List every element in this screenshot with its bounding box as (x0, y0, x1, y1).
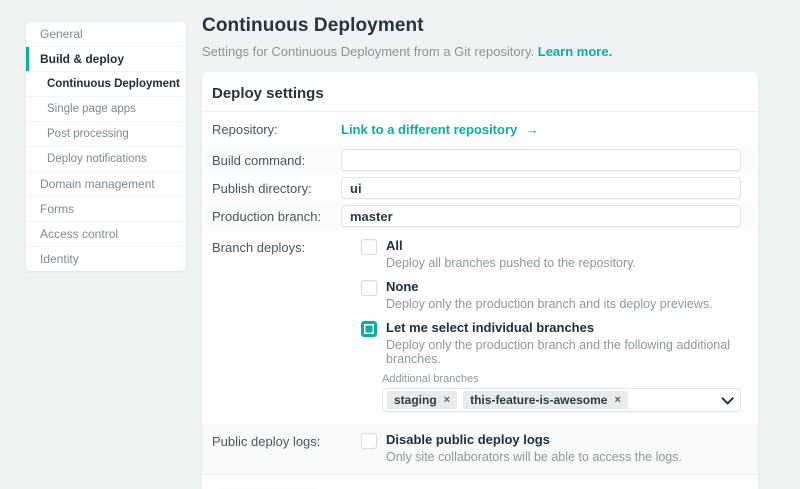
sidebar-item-continuous-deployment[interactable]: Continuous Deployment (26, 72, 186, 97)
deploy-settings-card: Deploy settings Repository: Link to a di… (202, 72, 758, 489)
disable-public-deploy-logs-description: Only site collaborators will be able to … (386, 450, 682, 464)
public-deploy-logs-label: Public deploy logs: (212, 432, 341, 449)
branch-deploys-none-title[interactable]: None (386, 279, 713, 294)
sidebar-item-post-processing[interactable]: Post processing (26, 122, 186, 147)
production-branch-label: Production branch: (212, 209, 341, 224)
arrow-right-icon: → (526, 122, 539, 137)
publish-directory-input[interactable] (341, 177, 741, 199)
card-header: Deploy settings (202, 72, 758, 111)
branch-deploys-option-individual: Let me select individual branches Deploy… (361, 320, 742, 366)
branch-deploys-row: Branch deploys: All Deploy all branches … (202, 230, 758, 424)
learn-more-link[interactable]: Learn more. (538, 44, 612, 59)
production-branch-input[interactable] (341, 205, 741, 227)
disable-public-deploy-logs-title[interactable]: Disable public deploy logs (386, 432, 682, 447)
production-branch-row: Production branch: (202, 202, 758, 230)
branch-deploys-option-all: All Deploy all branches pushed to the re… (361, 238, 742, 270)
card-title: Deploy settings (212, 85, 742, 102)
sidebar-item-domain-management[interactable]: Domain management (26, 172, 186, 197)
chevron-down-icon[interactable] (721, 392, 734, 405)
sidebar-item-general[interactable]: General (26, 22, 186, 47)
card-footer: Save Cancel (202, 475, 758, 489)
page-subtitle: Settings for Continuous Deployment from … (202, 44, 758, 59)
build-command-input[interactable] (341, 149, 741, 171)
sidebar-item-build-deploy[interactable]: Build & deploy (26, 47, 186, 72)
branch-deploys-all-checkbox[interactable] (361, 239, 377, 255)
branch-deploys-option-none: None Deploy only the production branch a… (361, 279, 742, 311)
settings-sidebar: General Build & deploy Continuous Deploy… (26, 22, 186, 271)
public-deploy-logs-row: Public deploy logs: Disable public deplo… (202, 424, 758, 474)
remove-tag-icon[interactable]: × (614, 394, 620, 406)
branch-deploys-label: Branch deploys: (212, 230, 341, 255)
branch-tag: this-feature-is-awesome × (463, 391, 628, 409)
link-different-repository-text: Link to a different repository (341, 122, 517, 137)
repository-label: Repository: (212, 122, 341, 137)
additional-branches-select[interactable]: staging × this-feature-is-awesome × (382, 388, 741, 412)
sidebar-item-forms[interactable]: Forms (26, 197, 186, 222)
branch-tag-name: this-feature-is-awesome (470, 393, 607, 407)
sidebar-item-access-control[interactable]: Access control (26, 222, 186, 247)
publish-directory-label: Publish directory: (212, 181, 341, 196)
remove-tag-icon[interactable]: × (444, 394, 450, 406)
branch-deploys-none-description: Deploy only the production branch and it… (386, 297, 713, 311)
branch-deploys-none-checkbox[interactable] (361, 280, 377, 296)
sidebar-item-deploy-notifications[interactable]: Deploy notifications (26, 147, 186, 172)
additional-branches-field: Additional branches staging × this-featu… (382, 373, 741, 412)
branch-deploys-all-description: Deploy all branches pushed to the reposi… (386, 256, 636, 270)
branch-deploys-individual-title[interactable]: Let me select individual branches (386, 320, 742, 335)
sidebar-item-single-page-apps[interactable]: Single page apps (26, 97, 186, 122)
repository-row: Repository: Link to a different reposito… (202, 112, 758, 146)
publish-directory-row: Publish directory: (202, 174, 758, 202)
additional-branches-label: Additional branches (382, 373, 741, 385)
page-subtitle-text: Settings for Continuous Deployment from … (202, 44, 534, 59)
branch-deploys-all-title[interactable]: All (386, 238, 636, 253)
page-header: Continuous Deployment Settings for Conti… (202, 0, 758, 59)
link-different-repository-link[interactable]: Link to a different repository → (341, 122, 539, 137)
page-title: Continuous Deployment (202, 15, 758, 37)
branch-tag: staging × (387, 391, 457, 409)
build-command-row: Build command: (202, 146, 758, 174)
sidebar-item-identity[interactable]: Identity (26, 247, 186, 271)
branch-deploys-individual-checkbox[interactable] (361, 321, 377, 337)
disable-public-deploy-logs-checkbox[interactable] (361, 433, 377, 449)
main-content: Continuous Deployment Settings for Conti… (202, 0, 758, 489)
branch-tag-name: staging (394, 393, 437, 407)
build-command-label: Build command: (212, 153, 341, 168)
branch-deploys-individual-description: Deploy only the production branch and th… (386, 338, 742, 366)
